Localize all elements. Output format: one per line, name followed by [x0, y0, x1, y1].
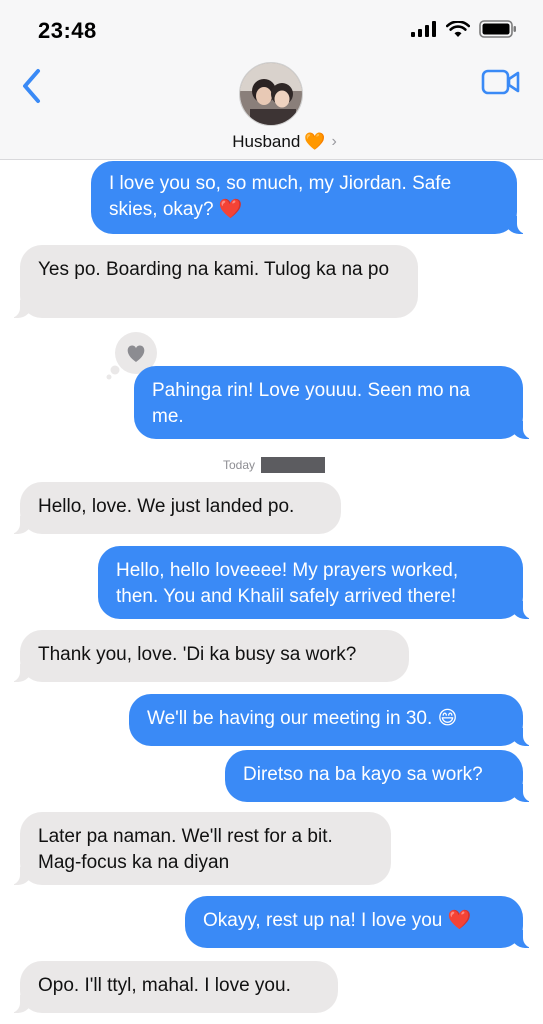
chevron-left-icon: [23, 69, 40, 103]
message-text: I love you so, so much, my Jiordan. Safe…: [109, 173, 452, 220]
contact-avatar[interactable]: [239, 62, 303, 126]
message-text: Later pa naman. We'll rest for a bit. Ma…: [38, 826, 333, 873]
red-heart-emoji: ❤️: [447, 910, 472, 931]
message-bubble-incoming[interactable]: Hello, love. We just landed po.: [8, 482, 341, 534]
message-text: Diretso na ba kayo sa work?: [243, 764, 483, 785]
today-label: Today: [223, 458, 256, 472]
redacted-time-block: [261, 457, 326, 473]
battery-icon: [479, 20, 516, 38]
cellular-signal-icon: [411, 21, 436, 37]
conversation-header: Husband 🧡 ›: [0, 58, 543, 160]
status-icons: [411, 20, 517, 38]
message-text: Okayy, rest up na! I love you: [203, 910, 443, 931]
timestamp-divider: Today: [223, 457, 326, 473]
message-text: We'll be having our meeting in 30.: [147, 708, 433, 729]
message-bubble-incoming[interactable]: Thank you, love. 'Di ka busy sa work?: [8, 630, 409, 682]
message-bubble-outgoing[interactable]: Hello, hello loveeee! My prayers worked,…: [98, 546, 535, 619]
message-bubble-outgoing[interactable]: Okayy, rest up na! I love you ❤️: [185, 896, 535, 948]
message-text: Opo. I'll ttyl, mahal. I love you.: [38, 975, 291, 996]
message-text: Yes po. Boarding na kami. Tulog ka na po: [38, 259, 390, 280]
status-bar: 23:48: [0, 0, 543, 58]
back-button[interactable]: [20, 66, 50, 106]
message-text: Pahinga rin! Love youuu. Seen mo na me.: [152, 380, 470, 427]
message-bubble-outgoing[interactable]: Diretso na ba kayo sa work?: [225, 750, 535, 802]
message-bubble-outgoing[interactable]: We'll be having our meeting in 30. 😄: [129, 694, 535, 746]
message-bubble-outgoing[interactable]: Pahinga rin! Love youuu. Seen mo na me.: [134, 366, 535, 439]
video-camera-icon: [481, 69, 520, 95]
message-bubble-incoming[interactable]: Later pa naman. We'll rest for a bit. Ma…: [8, 812, 391, 885]
message-text: Hello, love. We just landed po.: [38, 496, 295, 517]
red-heart-emoji: ❤️: [218, 199, 243, 220]
grinning-emoji: 😄: [437, 708, 458, 729]
contact-name: Husband: [232, 132, 301, 151]
status-time: 23:48: [38, 18, 97, 43]
contact-info-button[interactable]: Husband 🧡 ›: [0, 132, 543, 152]
avatar-photo-icon: [240, 63, 302, 125]
orange-heart-emoji: 🧡: [304, 132, 326, 151]
chevron-right-icon: ›: [331, 133, 337, 150]
message-bubble-incoming[interactable]: Yes po. Boarding na kami. Tulog ka na po: [8, 245, 418, 318]
message-bubble-incoming[interactable]: Opo. I'll ttyl, mahal. I love you.: [8, 961, 338, 1013]
message-text: Thank you, love. 'Di ka busy sa work?: [38, 644, 357, 665]
message-bubble-outgoing[interactable]: I love you so, so much, my Jiordan. Safe…: [91, 161, 529, 234]
imessage-screen: 23:48 Husband 🧡 › I love you so, so much…: [0, 0, 543, 1024]
wifi-icon: [446, 20, 470, 37]
message-text: Hello, hello loveeee! My prayers worked,…: [116, 560, 459, 607]
facetime-video-button[interactable]: [481, 68, 521, 98]
